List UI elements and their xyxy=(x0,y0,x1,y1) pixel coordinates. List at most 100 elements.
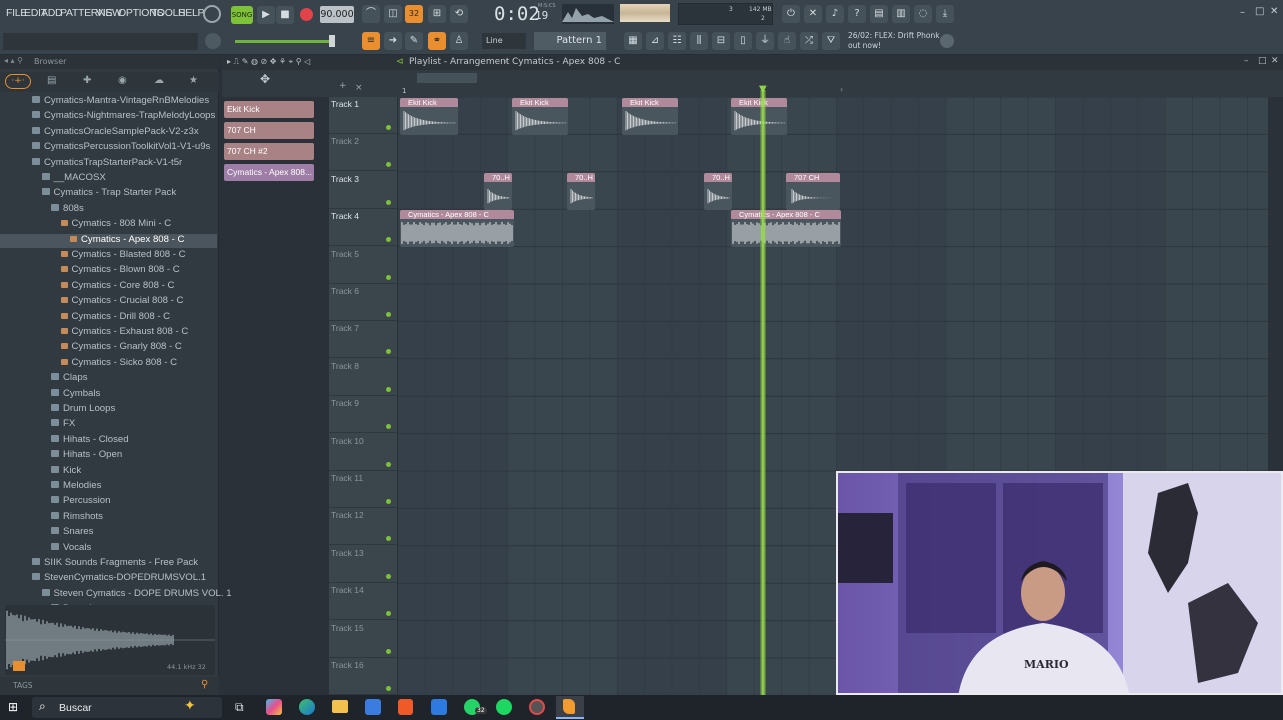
browser-sample-item[interactable]: Cymatics - Apex 808 - C xyxy=(0,233,217,248)
arrow-icon[interactable]: ➜ xyxy=(384,32,402,50)
stop-button[interactable]: ■ xyxy=(276,6,294,24)
file-explorer-icon[interactable] xyxy=(332,700,348,713)
track-header[interactable]: Track 12 xyxy=(329,508,397,546)
tools-icon[interactable]: ✕ xyxy=(804,5,822,23)
move-tool-icon[interactable]: ✥ xyxy=(260,72,270,86)
browser-folder-item[interactable]: Claps xyxy=(0,372,217,386)
playlist-close-icon[interactable]: ✕ xyxy=(1271,56,1279,66)
playlist-maximize-icon[interactable]: □ xyxy=(1258,56,1267,66)
tempo-display[interactable]: 90.000 xyxy=(320,6,354,23)
news-line-2[interactable]: out now! xyxy=(848,41,881,50)
mail-icon[interactable] xyxy=(431,699,447,715)
playlist-play-icon[interactable]: ⊲ xyxy=(396,57,404,67)
browser-folder-item[interactable]: SIIK Sounds Fragments - Free Pack xyxy=(0,557,217,571)
track-header[interactable]: Track 14 xyxy=(329,583,397,621)
wait-input-icon[interactable]: ◫ xyxy=(384,5,402,23)
step-edit-icon[interactable]: ⊞ xyxy=(428,5,446,23)
browser-folder-item[interactable]: CymaticsPercussionToolkitVol1-V1-u9s xyxy=(0,141,217,155)
track-header[interactable]: Track 11 xyxy=(329,471,397,508)
chat-icon[interactable]: ◌ xyxy=(914,5,932,23)
browser-folder-item[interactable]: Drum Loops xyxy=(0,403,217,417)
browser-folder-item[interactable]: __MACOSX xyxy=(0,172,217,186)
audio-clip[interactable]: 707 CH xyxy=(786,172,840,210)
windows-start-icon[interactable]: ⊞ xyxy=(8,700,18,714)
browser-icon[interactable]: ⊟ xyxy=(712,32,730,50)
plug-icon[interactable]: ⏚ xyxy=(756,32,774,50)
save-icon[interactable]: ▤ xyxy=(870,5,888,23)
browser-cloud-icon[interactable]: ☁ xyxy=(154,75,164,86)
browser-folder-item[interactable]: FX xyxy=(0,418,217,432)
audio-clip[interactable]: 70..H xyxy=(484,172,512,210)
master-volume-slider[interactable] xyxy=(235,40,333,43)
browser-plugins-icon[interactable]: ✚ xyxy=(83,75,91,86)
track-header[interactable]: Track 15 xyxy=(329,621,397,658)
browser-folder-item[interactable]: StevenCymatics-DOPEDRUMSVOL.1 xyxy=(0,572,217,586)
close-icon[interactable]: ✕ xyxy=(1270,6,1278,17)
browser-samples-icon[interactable]: ◉ xyxy=(118,75,127,86)
pattern-selector[interactable]: Pattern 1 xyxy=(534,32,606,50)
menu-help[interactable]: HELP xyxy=(178,7,205,19)
piano-roll-icon[interactable]: ⊿ xyxy=(646,32,664,50)
news-icon[interactable] xyxy=(940,34,954,48)
playlist-tools-icons[interactable]: ▸ ⎍ ✎ ◍ ⊘ ✥ ⚘ ⌖ ⚲ ◁ xyxy=(227,57,310,67)
browser-star-icon[interactable]: ★ xyxy=(189,75,198,86)
record-button[interactable] xyxy=(300,8,313,21)
touch-icon[interactable]: ☝ xyxy=(778,32,796,50)
track-mute-led-icon[interactable] xyxy=(386,199,391,205)
audio-clip[interactable]: Ekit Kick xyxy=(731,98,787,135)
online-icon[interactable]: ⏻ xyxy=(782,5,800,23)
store-icon[interactable] xyxy=(365,699,381,715)
audio-clip[interactable]: 70..H xyxy=(704,172,732,210)
browser-folder-item[interactable]: Cymatics-Mantra-VintageRnBMelodies xyxy=(0,95,217,109)
audio-clip[interactable]: Cymatics - Apex 808 - C xyxy=(400,210,514,248)
shuffle-icon[interactable]: ⤮ xyxy=(800,32,818,50)
browser-folder-item[interactable]: Hihats - Closed xyxy=(0,434,217,448)
browser-sample-item[interactable]: Cymatics - Exhaust 808 - C xyxy=(0,326,217,340)
track-header[interactable]: Track 9 xyxy=(329,396,397,434)
track-mute-led-icon[interactable] xyxy=(386,461,391,467)
browser-folder-item[interactable]: Cymbals xyxy=(0,388,217,402)
track-header[interactable]: Track 1 xyxy=(329,97,397,134)
browser-folder-item[interactable]: Steven Cymatics - DOPE DRUMS VOL. 1 xyxy=(0,588,232,602)
minimize-icon[interactable]: – xyxy=(1240,7,1245,18)
browser-all-icon[interactable]: ·+· xyxy=(5,74,31,89)
audio-clip[interactable]: 70..H xyxy=(567,172,595,210)
track-mute-led-icon[interactable] xyxy=(386,162,391,168)
maximize-icon[interactable]: □ xyxy=(1255,6,1264,17)
track-mute-led-icon[interactable] xyxy=(386,274,391,280)
channel-rack-icon[interactable]: ☷ xyxy=(668,32,686,50)
browser-sample-item[interactable]: Cymatics - Drill 808 - C xyxy=(0,311,217,325)
mixer-icon[interactable]: ▦ xyxy=(624,32,642,50)
browser-nav-icons[interactable]: ◂ ▴ ⚲ xyxy=(4,56,23,65)
browser-folder-item[interactable]: Cymatics - Trap Starter Pack xyxy=(0,187,217,201)
browser-folder-item[interactable]: Cymatics-Nightmares-TrapMelodyLoops xyxy=(0,110,217,124)
link-icon[interactable]: ⚭ xyxy=(428,32,446,50)
track-mute-led-icon[interactable] xyxy=(386,237,391,243)
countdown-icon[interactable]: 32 xyxy=(405,5,423,23)
picker-item[interactable]: 707 CH #2 xyxy=(224,143,314,160)
track-header[interactable]: Track 7 xyxy=(329,321,397,359)
browser-sample-item[interactable]: Cymatics - 808 Mini - C xyxy=(0,218,217,232)
picker-item[interactable]: Ekit Kick xyxy=(224,101,314,118)
playlist-minimize-icon[interactable]: – xyxy=(1244,56,1249,66)
browser-sample-item[interactable]: Cymatics - Core 808 - C xyxy=(0,280,217,294)
cart-icon[interactable]: ⛛ xyxy=(822,32,840,50)
audio-clip[interactable]: Ekit Kick xyxy=(622,98,678,135)
microphone-icon[interactable]: ♪ xyxy=(826,5,844,23)
playhead[interactable] xyxy=(760,90,766,695)
track-mute-led-icon[interactable] xyxy=(386,424,391,430)
browser-folder-item[interactable]: CymaticsTrapStarterPack-V1-t5r xyxy=(0,157,217,171)
track-mute-led-icon[interactable] xyxy=(386,686,391,691)
track-header[interactable]: Track 8 xyxy=(329,359,397,396)
task-view-icon[interactable]: ⧉ xyxy=(235,700,244,715)
tags-label[interactable]: TAGS xyxy=(13,681,33,690)
browser-files-icon[interactable]: ▤ xyxy=(47,75,56,86)
browser-folder-item[interactable]: Kick xyxy=(0,465,217,479)
track-header[interactable]: Track 6 xyxy=(329,284,397,321)
browser-folder-item[interactable]: Vocals xyxy=(0,542,217,556)
browser-folder-item[interactable]: 808s xyxy=(0,203,217,217)
track-header[interactable]: Track 10 xyxy=(329,434,397,471)
tags-search-icon[interactable]: ⚲ xyxy=(201,679,208,690)
fl-studio-task[interactable] xyxy=(556,696,584,719)
track-mute-led-icon[interactable] xyxy=(386,349,391,355)
